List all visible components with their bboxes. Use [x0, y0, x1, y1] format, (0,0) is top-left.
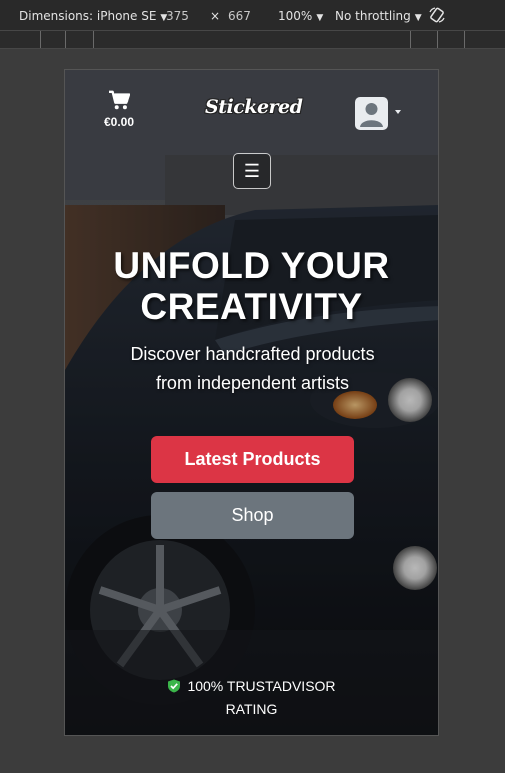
trust-rating: 100% TRUSTADVISOR RATING: [65, 675, 438, 721]
dimension-separator: ×: [210, 9, 221, 23]
latest-products-button[interactable]: Latest Products: [151, 436, 354, 483]
device-viewport: €0.00 Stickered ☰ UNFOLD YOUR CREATIVITY…: [64, 69, 439, 736]
rotate-icon[interactable]: [428, 6, 446, 24]
devtools-device-toolbar: Dimensions: iPhone SE ▼ 375 × 667 100% ▼ N…: [0, 0, 505, 30]
device-select[interactable]: Dimensions: iPhone SE ▼: [19, 9, 167, 23]
shopping-cart-icon: [109, 90, 131, 110]
cart-total: €0.00: [103, 115, 135, 129]
hero-headline: UNFOLD YOUR CREATIVITY: [65, 245, 438, 327]
chevron-down-icon: ▼: [414, 13, 422, 23]
zoom-select[interactable]: 100% ▼: [278, 9, 323, 23]
headline-line-1: UNFOLD YOUR: [113, 245, 390, 286]
trust-line-2: RATING: [225, 701, 278, 717]
media-query-ruler: [0, 30, 505, 49]
headline-line-2: CREATIVITY: [140, 286, 363, 327]
shield-check-icon: [168, 679, 181, 693]
site-header: €0.00 Stickered ☰: [65, 70, 438, 200]
subhead-line-1: Discover handcrafted products: [130, 344, 375, 364]
logo-text: Stickered: [205, 96, 303, 118]
zoom-label: 100%: [278, 9, 313, 23]
hamburger-menu-icon: ☰: [243, 160, 261, 181]
throttling-label: No throttling: [335, 9, 411, 23]
navbar-toggle-button[interactable]: ☰: [233, 153, 271, 189]
shop-button[interactable]: Shop: [151, 492, 354, 539]
cart-button[interactable]: €0.00: [101, 90, 137, 129]
device-label: Dimensions: iPhone SE: [19, 9, 157, 23]
account-menu-toggle[interactable]: [355, 97, 407, 131]
height-input[interactable]: 667: [228, 9, 251, 23]
subhead-line-2: from independent artists: [155, 373, 350, 393]
hero-subheading: Discover handcrafted products from indep…: [85, 340, 420, 398]
width-input[interactable]: 375: [166, 9, 189, 23]
chevron-down-icon: ▼: [316, 13, 324, 23]
site-logo[interactable]: Stickered: [205, 92, 303, 128]
trust-line-1: 100% TRUSTADVISOR: [187, 678, 336, 694]
throttling-select[interactable]: No throttling ▼: [335, 9, 422, 23]
user-avatar-icon: [355, 97, 401, 130]
